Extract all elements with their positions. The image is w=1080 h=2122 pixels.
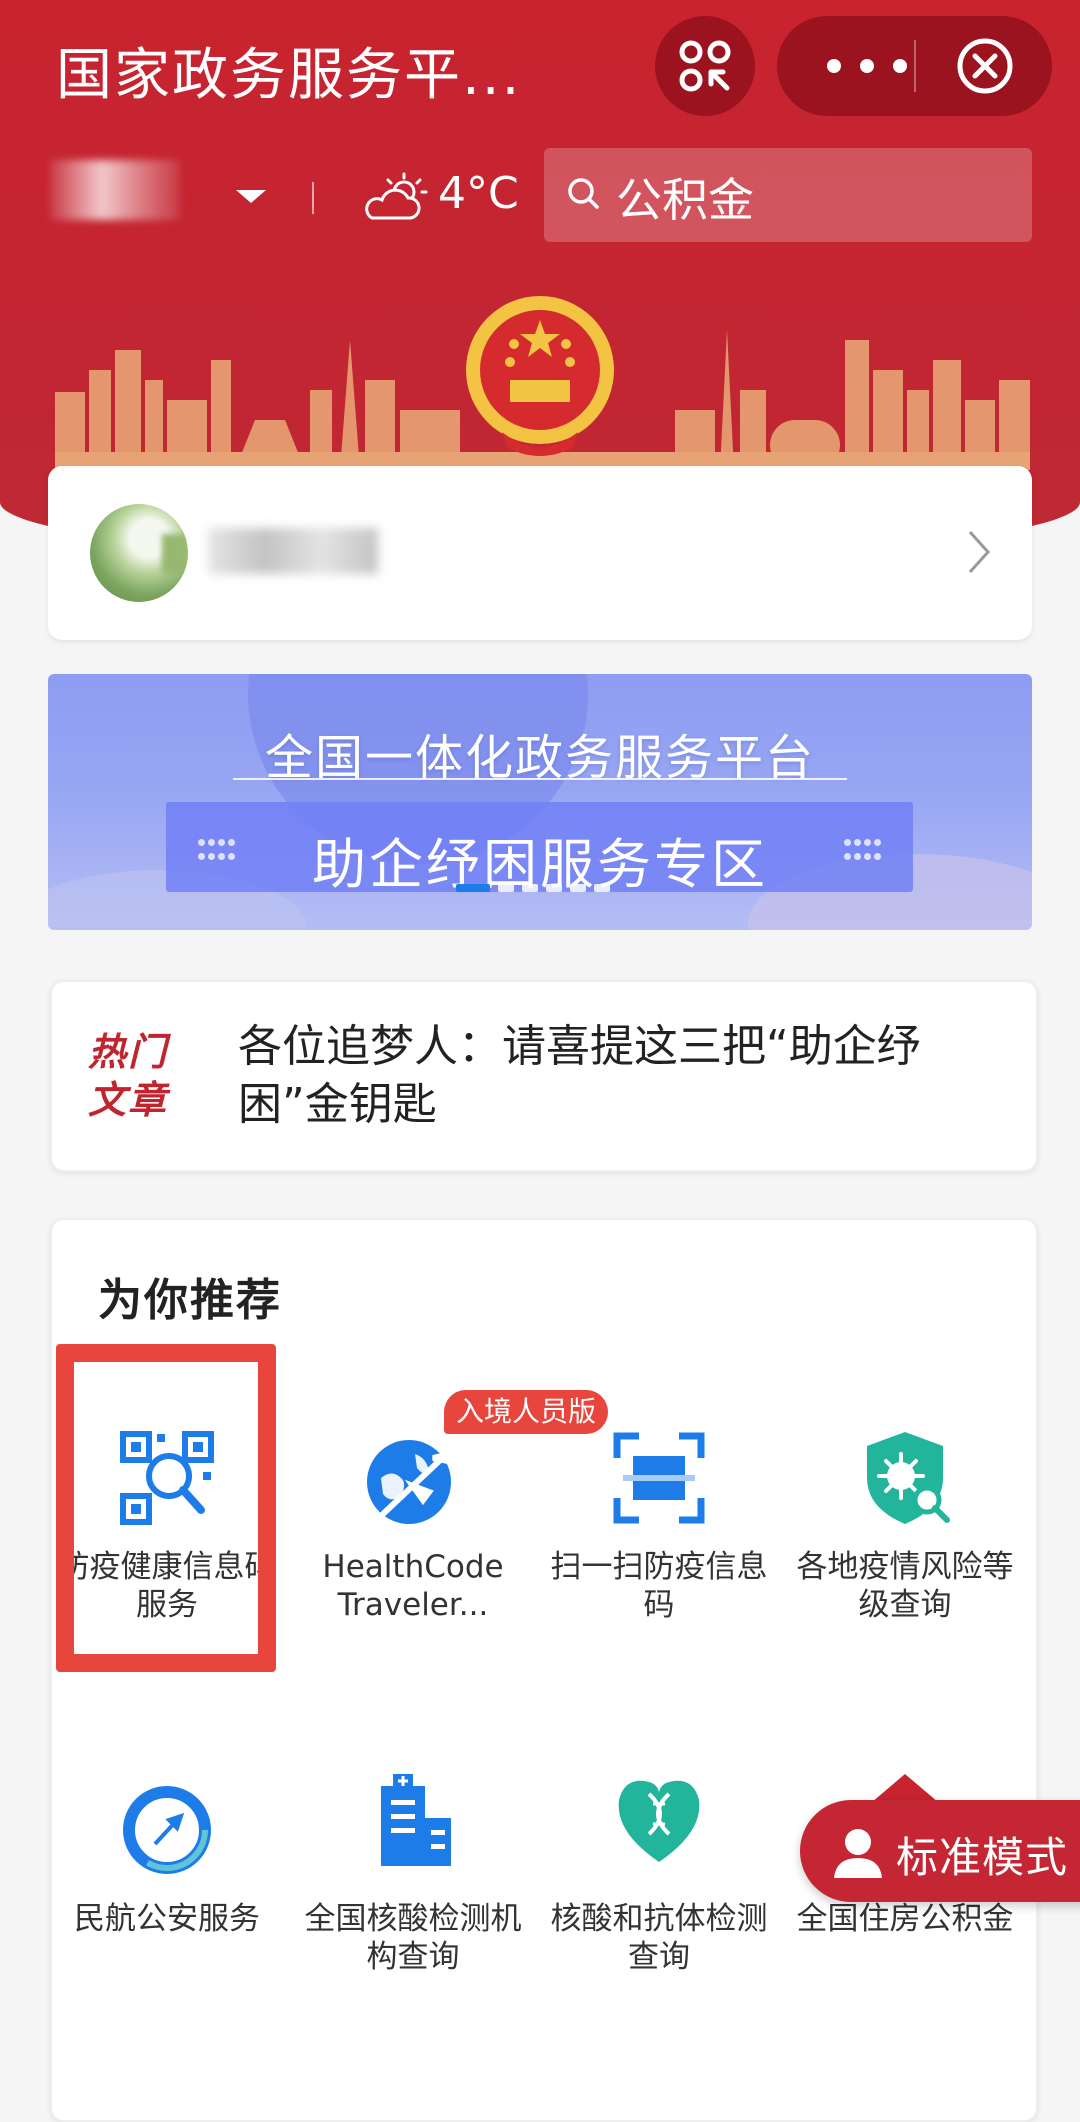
national-emblem bbox=[466, 296, 614, 456]
carousel-dot bbox=[498, 884, 514, 892]
hot-article-label: 热门文章 bbox=[88, 1030, 169, 1122]
carousel-dot bbox=[546, 884, 562, 892]
service-label: 各地疫情风险等级查询 bbox=[796, 1549, 1014, 1623]
service-nucleic-test-org[interactable]: 全国核酸检测机构查询 bbox=[290, 1770, 536, 2010]
search-icon bbox=[568, 178, 599, 209]
capsule-divider bbox=[914, 40, 916, 92]
carousel-dot bbox=[594, 884, 610, 892]
service-risk-level[interactable]: 各地疫情风险等级查询 bbox=[782, 1428, 1028, 1668]
city-selector[interactable] bbox=[50, 160, 180, 220]
header-divider bbox=[312, 182, 314, 214]
more-icon[interactable] bbox=[827, 46, 907, 86]
search-input[interactable]: 公积金 bbox=[544, 148, 1032, 242]
partly-cloudy-icon bbox=[365, 172, 428, 220]
hospital-icon bbox=[381, 1774, 451, 1866]
user-name-redacted bbox=[208, 528, 378, 574]
scan-button[interactable] bbox=[655, 16, 755, 116]
user-icon bbox=[834, 1829, 882, 1878]
shield-virus-icon bbox=[867, 1432, 950, 1524]
temperature: 4°C bbox=[438, 168, 519, 219]
service-label: 全国核酸检测机构查询 bbox=[304, 1901, 522, 1975]
service-label: 扫一扫防疫信息码 bbox=[550, 1549, 768, 1623]
search-placeholder: 公积金 bbox=[616, 173, 754, 227]
carousel-dot bbox=[522, 884, 538, 892]
aviation-police-icon bbox=[123, 1786, 211, 1874]
hot-article-title[interactable]: 各位追梦人：请喜提这三把“助企纾困”金钥匙 bbox=[238, 1018, 978, 1134]
service-label: 民航公安服务 bbox=[74, 1901, 260, 1937]
service-healthcode-traveler[interactable]: HealthCode Traveler... bbox=[290, 1428, 536, 1668]
service-label: HealthCode Traveler... bbox=[322, 1549, 504, 1623]
service-label: 全国住房公积金 bbox=[796, 1901, 1014, 1937]
scan-frame-icon bbox=[613, 1432, 705, 1524]
carousel-dot-active bbox=[456, 884, 490, 892]
promo-banner-carousel[interactable]: 全国一体化政务服务平台 助企纾困服务专区 bbox=[48, 674, 1032, 930]
service-aviation-police[interactable]: 民航公安服务 bbox=[44, 1780, 290, 2020]
selected-item-highlight bbox=[56, 1344, 276, 1672]
miniprogram-capsule bbox=[777, 16, 1052, 116]
user-profile-card[interactable] bbox=[48, 466, 1032, 640]
service-label: 核酸和抗体检测查询 bbox=[550, 1901, 768, 1975]
scan-icon bbox=[679, 40, 731, 92]
service-scan-code[interactable]: 扫一扫防疫信息码 bbox=[536, 1428, 782, 1668]
chevron-right-icon bbox=[968, 530, 991, 574]
close-icon[interactable] bbox=[955, 36, 1015, 96]
hot-article-card[interactable]: 热门文章 各位追梦人：请喜提这三把“助企纾困”金钥匙 bbox=[50, 980, 1038, 1172]
caret-down-icon[interactable] bbox=[236, 190, 266, 203]
carousel-dot bbox=[570, 884, 586, 892]
service-nucleic-antibody[interactable]: 核酸和抗体检测查询 bbox=[536, 1770, 782, 2010]
recommend-title: 为你推荐 bbox=[98, 1275, 282, 1326]
carousel-indicators[interactable] bbox=[456, 884, 610, 892]
standard-mode-button[interactable]: 标准模式 bbox=[800, 1800, 1080, 1902]
avatar bbox=[90, 504, 188, 602]
globe-plane-icon bbox=[367, 1440, 463, 1524]
page-title: 国家政务服务平... bbox=[56, 43, 522, 108]
dna-heart-icon bbox=[618, 1780, 700, 1862]
mode-label: 标准模式 bbox=[896, 1833, 1069, 1882]
